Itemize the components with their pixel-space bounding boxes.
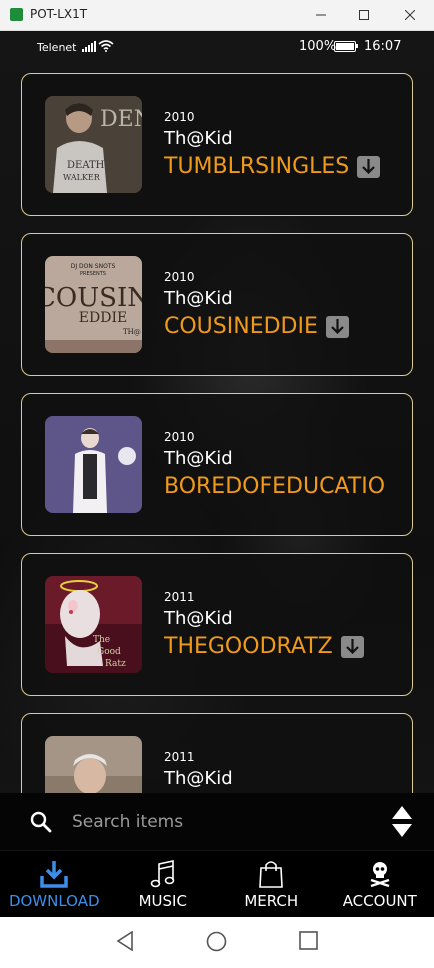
maximize-button[interactable] [349, 4, 379, 26]
tab-label: DOWNLOAD [8, 892, 100, 910]
back-icon[interactable] [116, 931, 134, 951]
album-card[interactable]: DJ DON SNOTS PRESENTS COUSIN EDDIE TH@ K… [21, 233, 413, 376]
tab-merch[interactable]: MERCH [217, 851, 326, 917]
battery-percent: 100% [299, 39, 337, 54]
shopping-bag-icon [259, 861, 284, 888]
album-title[interactable]: TUMBLRSINGLES [164, 154, 349, 179]
svg-text:PRESENTS: PRESENTS [80, 271, 106, 277]
search-icon[interactable] [30, 811, 52, 833]
signal-icon [82, 40, 96, 52]
minimize-icon [316, 14, 326, 16]
tab-account[interactable]: ACCOUNT [326, 851, 434, 917]
recents-icon[interactable] [299, 931, 318, 950]
svg-text:EDDIE: EDDIE [79, 310, 127, 326]
album-year: 2010 [164, 270, 195, 284]
album-artist: Th@Kid [164, 128, 233, 149]
svg-text:COUSIN: COUSIN [45, 283, 142, 313]
battery-icon [334, 41, 358, 52]
android-nav-bar [0, 917, 434, 968]
tab-label: ACCOUNT [342, 892, 417, 910]
search-input[interactable] [70, 808, 364, 836]
window-title: POT-LX1T [30, 7, 88, 21]
album-card[interactable]: The Good Ratz 2011 Th@Kid THEGOODRATZ [21, 553, 413, 696]
window-titlebar: POT-LX1T [0, 0, 434, 31]
album-title-row: COUSINEDDIE [164, 314, 349, 339]
album-title[interactable]: COUSINEDDIE [164, 314, 318, 339]
album-year: 2011 [164, 590, 195, 604]
album-cover[interactable] [45, 736, 142, 793]
album-artist: Th@Kid [164, 768, 233, 789]
svg-text:WALKER: WALKER [63, 173, 101, 182]
tab-label: MERCH [244, 892, 299, 910]
sort-icon[interactable] [392, 806, 412, 838]
album-title-row: BOREDOFEDUCATIO [164, 474, 385, 499]
album-card[interactable]: 2011 Th@Kid [21, 713, 413, 793]
album-year: 2010 [164, 110, 195, 124]
carrier-name: Telenet [37, 41, 77, 54]
close-button[interactable] [395, 4, 425, 26]
album-artist: Th@Kid [164, 288, 233, 309]
download-button[interactable] [325, 315, 349, 338]
svg-text:Ratz: Ratz [105, 659, 126, 669]
wifi-icon [98, 40, 114, 52]
bottom-tab-bar: DOWNLOAD MUSIC MERCH ACCOUNT [0, 851, 434, 917]
album-year: 2010 [164, 430, 195, 444]
album-card[interactable]: 2010 Th@Kid BOREDOFEDUCATIO [21, 393, 413, 536]
close-icon [405, 10, 415, 20]
album-title[interactable]: BOREDOFEDUCATIO [164, 474, 385, 499]
tab-music[interactable]: MUSIC [109, 851, 218, 917]
maximize-icon [359, 10, 369, 20]
album-artist: Th@Kid [164, 448, 233, 469]
svg-text:The: The [93, 635, 110, 645]
download-icon [40, 861, 68, 888]
svg-text:DEN: DEN [100, 107, 142, 132]
status-bar: Telenet 100% 16:07 [0, 31, 434, 63]
search-bar [0, 793, 434, 850]
app-icon [10, 8, 23, 21]
album-title-row: TUMBLRSINGLES [164, 154, 381, 179]
tab-label: MUSIC [138, 892, 187, 910]
svg-text:DJ DON SNOTS: DJ DON SNOTS [71, 263, 116, 270]
svg-text:Good: Good [97, 647, 121, 657]
skull-icon [370, 862, 390, 888]
status-time: 16:07 [364, 39, 402, 54]
album-title-row: THEGOODRATZ [164, 634, 364, 659]
svg-text:TH@ KID: TH@ KID [123, 328, 142, 336]
arrow-down-icon [362, 159, 376, 174]
album-year: 2011 [164, 750, 195, 764]
album-cover[interactable]: DJ DON SNOTS PRESENTS COUSIN EDDIE TH@ K… [45, 256, 142, 353]
album-cover[interactable] [45, 416, 142, 513]
phone-screen: Telenet 100% 16:07 DEN DEATH [0, 31, 434, 917]
music-note-icon [150, 860, 175, 888]
album-cover[interactable]: The Good Ratz [45, 576, 142, 673]
tab-download[interactable]: DOWNLOAD [0, 851, 109, 917]
svg-text:DEATH: DEATH [67, 160, 105, 171]
album-list[interactable]: DEN DEATH WALKER 2010 Th@Kid TUMBLRSINGL… [0, 63, 434, 793]
album-card[interactable]: DEN DEATH WALKER 2010 Th@Kid TUMBLRSINGL… [21, 73, 413, 216]
album-cover[interactable]: DEN DEATH WALKER [45, 96, 142, 193]
minimize-button[interactable] [306, 4, 336, 26]
arrow-down-icon [331, 319, 344, 334]
home-icon[interactable] [206, 931, 227, 952]
arrow-down-icon [345, 639, 359, 654]
album-title[interactable]: THEGOODRATZ [164, 634, 333, 659]
album-artist: Th@Kid [164, 608, 233, 629]
download-button[interactable] [340, 635, 364, 658]
download-button[interactable] [357, 155, 381, 178]
